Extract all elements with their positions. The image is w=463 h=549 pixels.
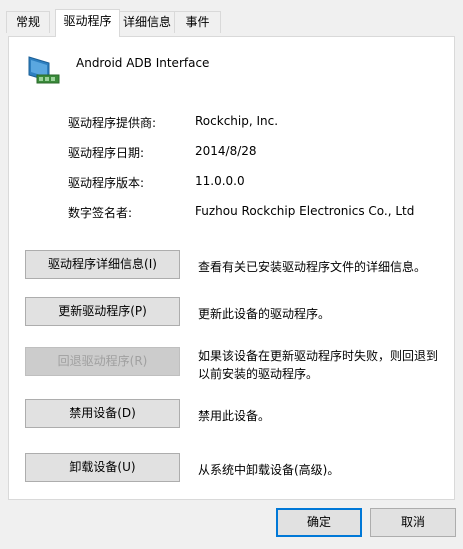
update-driver-button[interactable]: 更新驱动程序(P): [25, 297, 180, 326]
uninstall-device-desc: 从系统中卸载设备(高级)。: [198, 463, 340, 477]
tab-driver[interactable]: 驱动程序: [55, 9, 120, 37]
tab-details[interactable]: 详细信息: [119, 11, 175, 33]
device-name: Android ADB Interface: [76, 56, 210, 70]
driver-panel: Android ADB Interface 驱动程序提供商: Rockchip,…: [8, 36, 455, 500]
tab-strip: 常规 驱动程序 详细信息 事件: [0, 0, 463, 37]
cancel-button[interactable]: 取消: [370, 508, 456, 537]
date-value: 2014/8/28: [195, 144, 257, 158]
rollback-driver-desc: 如果该设备在更新驱动程序时失败，则回退到以前安装的驱动程序。: [198, 349, 439, 381]
ok-button[interactable]: 确定: [276, 508, 362, 537]
tab-general[interactable]: 常规: [6, 11, 50, 33]
network-adapter-icon: [27, 53, 63, 87]
provider-label: 驱动程序提供商:: [68, 116, 157, 130]
disable-device-button[interactable]: 禁用设备(D): [25, 399, 180, 428]
update-driver-desc: 更新此设备的驱动程序。: [198, 307, 331, 321]
signer-label: 数字签名者:: [68, 206, 133, 220]
signer-value: Fuzhou Rockchip Electronics Co., Ltd: [195, 204, 415, 218]
uninstall-device-button[interactable]: 卸载设备(U): [25, 453, 180, 482]
driver-details-button[interactable]: 驱动程序详细信息(I): [25, 250, 180, 279]
driver-details-desc: 查看有关已安装驱动程序文件的详细信息。: [198, 260, 427, 274]
version-value: 11.0.0.0: [195, 174, 245, 188]
tab-events[interactable]: 事件: [174, 11, 221, 33]
rollback-driver-button[interactable]: 回退驱动程序(R): [25, 347, 180, 376]
version-label: 驱动程序版本:: [68, 176, 145, 190]
date-label: 驱动程序日期:: [68, 146, 145, 160]
disable-device-desc: 禁用此设备。: [198, 409, 271, 423]
provider-value: Rockchip, Inc.: [195, 114, 279, 128]
